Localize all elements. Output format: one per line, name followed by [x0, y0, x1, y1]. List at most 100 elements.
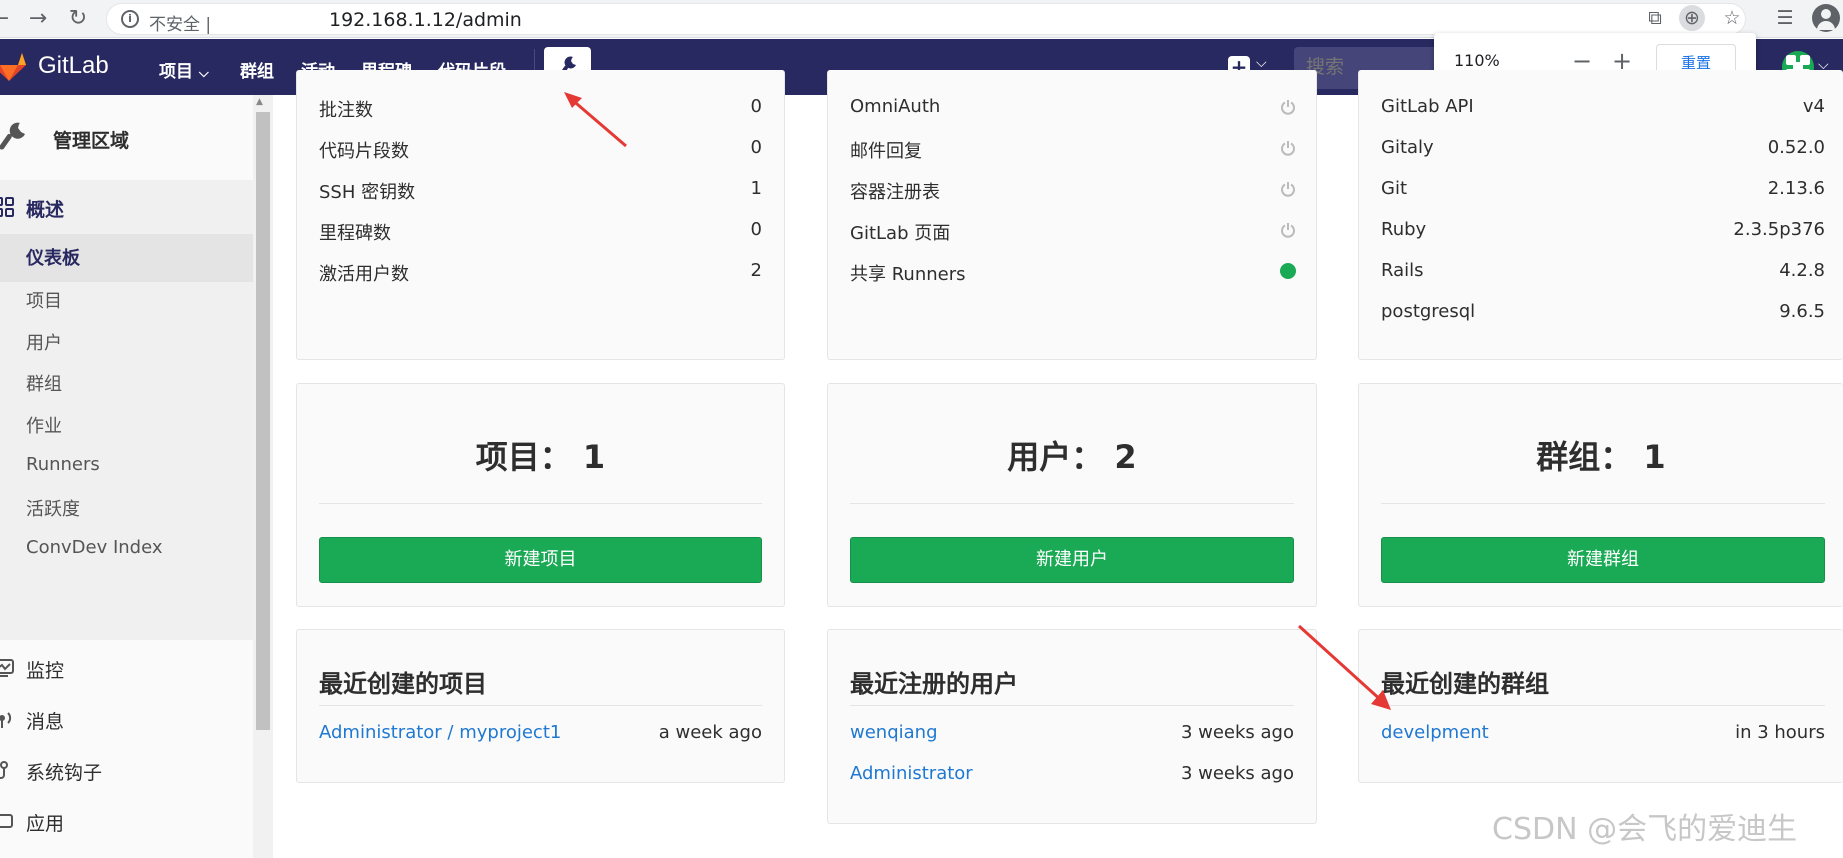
- sidebar-scrollbar-thumb[interactable]: [256, 112, 270, 730]
- sidebar-context-title: 管理区域: [53, 130, 130, 152]
- stat-label: 里程碑数: [319, 223, 391, 244]
- nav-groups[interactable]: 群组: [240, 57, 274, 82]
- users-count: 用户： 2: [1007, 438, 1137, 476]
- scroll-up-arrow-icon[interactable]: ▲: [256, 97, 263, 107]
- groups-count: 群组： 1: [1536, 438, 1666, 476]
- sidebar-item-label: 系统钩子: [26, 762, 103, 784]
- component-label: Gitaly: [1381, 137, 1434, 158]
- recent-user-link[interactable]: Administrator: [850, 763, 973, 784]
- recent-groups-panel: 最近创建的群组 develpment in 3 hours: [1358, 629, 1843, 783]
- annotation-arrow-icon: [564, 92, 627, 148]
- feature-label: OmniAuth: [850, 96, 941, 117]
- divider: [1381, 503, 1825, 504]
- power-off-icon: [1281, 182, 1295, 197]
- features-panel: OmniAuth 邮件回复 容器注册表 GitLab 页面 共享 Runners: [827, 70, 1317, 360]
- sidebar-item-label: 消息: [26, 711, 65, 733]
- component-version: 2.13.6: [1767, 178, 1825, 199]
- sidebar-item-monitoring[interactable]: 监控: [0, 641, 253, 695]
- recent-project-link[interactable]: Administrator / myproject1: [319, 722, 561, 743]
- sidebar-item-label: 概述: [26, 199, 65, 221]
- divider: [1381, 705, 1825, 706]
- wrench-icon: [0, 122, 25, 150]
- gitlab-logo-icon[interactable]: [0, 51, 26, 81]
- component-version: v4: [1802, 96, 1825, 117]
- bookmark-star-icon[interactable]: ☆: [1719, 5, 1745, 31]
- recent-users-panel: 最近注册的用户 wenqiang 3 weeks ago Administrat…: [827, 629, 1317, 824]
- sidebar-item-label: 应用: [26, 813, 65, 835]
- recent-user-link[interactable]: wenqiang: [850, 722, 938, 743]
- component-label: Git: [1381, 178, 1408, 199]
- monitor-icon: [0, 659, 14, 677]
- reload-icon[interactable]: ↻: [64, 5, 92, 33]
- component-version: 4.2.8: [1779, 260, 1825, 281]
- sidebar-item-jobs[interactable]: 作业: [26, 412, 62, 438]
- forward-icon[interactable]: →: [24, 5, 52, 33]
- status-on-icon: [1280, 263, 1296, 279]
- sidebar-item-label: 监控: [26, 660, 65, 682]
- sidebar-item-dashboard[interactable]: 仪表板: [26, 244, 80, 270]
- stat-label: 批注数: [319, 100, 373, 121]
- feature-label: GitLab 页面: [850, 223, 951, 244]
- power-off-icon: [1281, 141, 1295, 156]
- component-label: Rails: [1381, 260, 1424, 281]
- sidebar-item-groups[interactable]: 群组: [26, 370, 62, 396]
- users-counter-panel: 用户： 2 新建用户: [827, 383, 1317, 607]
- recent-group-time: in 3 hours: [1735, 722, 1825, 743]
- recent-projects-panel: 最近创建的项目 Administrator / myproject1 a wee…: [296, 629, 785, 783]
- browser-profile-icon[interactable]: [1812, 4, 1840, 32]
- watermark: CSDN @会飞的爱迪生: [1492, 812, 1798, 847]
- sidebar-item-overview[interactable]: 概述: [0, 180, 253, 234]
- stat-label: 激活用户数: [319, 264, 409, 285]
- feature-label: 共享 Runners: [850, 264, 966, 285]
- component-version: 0.52.0: [1767, 137, 1825, 158]
- hook-icon: [0, 761, 8, 779]
- recent-groups-title: 最近创建的群组: [1381, 670, 1549, 698]
- sidebar-item-users[interactable]: 用户: [26, 329, 62, 355]
- reading-list-icon[interactable]: ☰: [1772, 5, 1798, 31]
- zoom-level: 110%: [1454, 51, 1500, 70]
- new-group-button[interactable]: 新建群组: [1381, 537, 1825, 583]
- projects-counter-panel: 项目： 1 新建项目: [296, 383, 785, 607]
- sidebar-item-applications[interactable]: 应用: [0, 794, 253, 848]
- address-bar[interactable]: i 不安全 | 192.168.1.12/admin: [106, 3, 1746, 35]
- sidebar-item-activity[interactable]: 活跃度: [26, 495, 80, 521]
- new-project-button[interactable]: 新建项目: [319, 537, 762, 583]
- nav-projects-label: 项目: [159, 62, 193, 82]
- divider: [850, 503, 1294, 504]
- component-version: 2.3.5p376: [1733, 219, 1825, 240]
- sidebar-context-header[interactable]: 管理区域: [0, 95, 253, 180]
- chevron-down-icon[interactable]: ⌵: [1256, 55, 1267, 71]
- component-label: postgresql: [1381, 301, 1476, 322]
- annotation-arrow-icon: [1297, 624, 1391, 710]
- insecure-label: 不安全 |: [149, 15, 212, 35]
- site-info-icon[interactable]: i: [121, 10, 139, 28]
- new-user-button[interactable]: 新建用户: [850, 537, 1294, 583]
- divider: [319, 503, 762, 504]
- sidebar-item-convdev-index[interactable]: ConvDev Index: [26, 537, 163, 558]
- nav-projects[interactable]: 项目 ⌵: [159, 57, 209, 82]
- recent-user-time: 3 weeks ago: [1180, 763, 1294, 784]
- sidebar-item-projects[interactable]: 项目: [26, 287, 62, 313]
- translate-icon[interactable]: ⧉: [1642, 5, 1668, 31]
- feature-label: 容器注册表: [850, 182, 940, 203]
- component-label: GitLab API: [1381, 96, 1474, 117]
- zoom-icon[interactable]: ⊕: [1679, 5, 1705, 31]
- url-text[interactable]: 192.168.1.12/admin: [329, 9, 522, 31]
- sidebar-item-runners[interactable]: Runners: [26, 454, 100, 475]
- sidebar-item-system-hooks[interactable]: 系统钩子: [0, 743, 253, 797]
- components-panel: GitLab API v4 Gitaly 0.52.0 Git 2.13.6 R…: [1358, 70, 1843, 360]
- stat-value: 2: [750, 260, 762, 281]
- overview-grid-icon: [0, 197, 14, 217]
- projects-count: 项目： 1: [475, 438, 606, 476]
- applications-icon: [0, 814, 13, 828]
- stat-value: 0: [750, 137, 762, 158]
- back-icon[interactable]: ←: [0, 5, 14, 33]
- divider: [850, 705, 1294, 706]
- stat-value: 0: [750, 96, 762, 117]
- admin-sidebar: 管理区域 概述 仪表板 项目 用户 群组 作业 Runners 活跃度 Conv…: [0, 95, 273, 858]
- gitlab-brand[interactable]: GitLab: [38, 52, 109, 80]
- sidebar-overview-section: 概述 仪表板 项目 用户 群组 作业 Runners 活跃度 ConvDev I…: [0, 180, 253, 640]
- component-version: 9.6.5: [1779, 301, 1825, 322]
- recent-group-link[interactable]: develpment: [1381, 722, 1489, 743]
- sidebar-item-messages[interactable]: 消息: [0, 692, 253, 746]
